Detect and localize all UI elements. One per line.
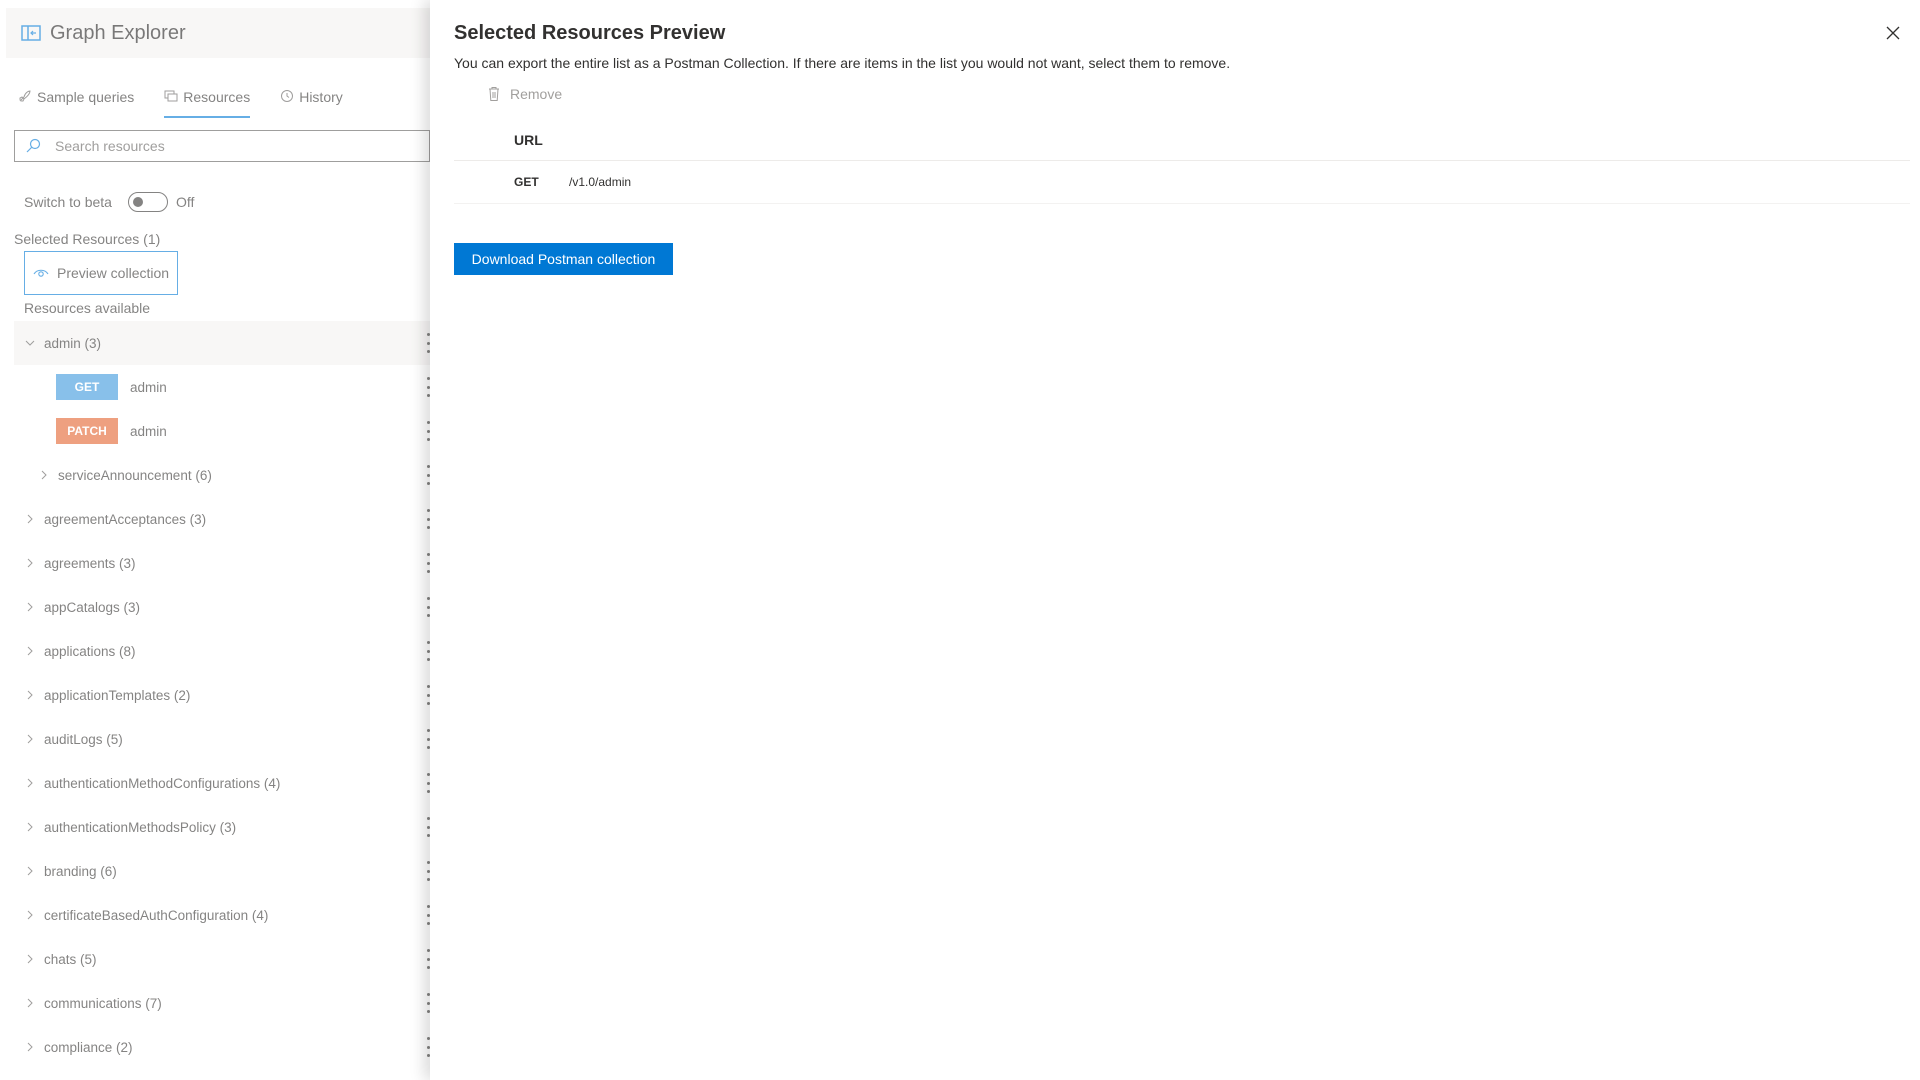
tab-label: Resources — [183, 89, 251, 105]
chevron-right-icon — [22, 907, 38, 923]
column-header-url: URL — [454, 119, 1910, 161]
trash-icon — [489, 87, 499, 101]
tree-node-label: applicationTemplates (2) — [44, 687, 191, 703]
selected-resources-list: URL GET /v1.0/admin — [454, 119, 1910, 204]
search-icon — [25, 138, 41, 154]
chevron-right-icon — [36, 467, 52, 483]
chevron-right-icon — [22, 863, 38, 879]
tree-leaf-patch-admin[interactable]: PATCH admin — [14, 409, 430, 453]
tree-leaf-label: admin — [130, 423, 167, 439]
collapse-sidebar-icon[interactable] — [20, 22, 42, 44]
panel-description: You can export the entire list as a Post… — [454, 55, 1231, 71]
chevron-right-icon — [22, 731, 38, 747]
tree-leaf-label: admin — [130, 379, 167, 395]
chevron-right-icon — [22, 687, 38, 703]
beta-state: Off — [175, 194, 195, 210]
tree-node[interactable]: branding (6) — [14, 849, 430, 893]
tree-node-admin[interactable]: admin (3) — [14, 321, 430, 365]
tree-node-service-announcement[interactable]: serviceAnnouncement (6) — [14, 453, 430, 497]
tree-node[interactable]: authenticationMethodConfigurations (4) — [14, 761, 430, 805]
tree-node-label: authenticationMethodConfigurations (4) — [44, 775, 281, 791]
close-icon[interactable] — [1884, 24, 1902, 42]
search-box[interactable] — [14, 130, 430, 162]
tree-node[interactable]: chats (5) — [14, 937, 430, 981]
tree-node-label: agreementAcceptances (3) — [44, 511, 207, 527]
tree-node-label: chats (5) — [44, 951, 97, 967]
tab-history[interactable]: History — [280, 78, 343, 116]
sidebar-tabs: Sample queries Resources History — [18, 78, 343, 118]
tree-node[interactable]: agreementAcceptances (3) — [14, 497, 430, 541]
tree-node-label: communications (7) — [44, 995, 162, 1011]
toggle-knob — [132, 197, 143, 207]
row-method: GET — [514, 175, 539, 189]
chevron-right-icon — [22, 819, 38, 835]
chevron-right-icon — [22, 775, 38, 791]
tree-node-label: agreements (3) — [44, 555, 136, 571]
resources-available-label: Resources available — [24, 300, 151, 316]
eye-icon — [33, 269, 49, 277]
preview-collection-button[interactable]: Preview collection — [24, 251, 178, 295]
selected-resources-preview-panel: Selected Resources Preview You can expor… — [430, 0, 1920, 1080]
row-url: /v1.0/admin — [569, 175, 632, 189]
tree-leaf-get-admin[interactable]: GET admin — [14, 365, 430, 409]
tree-node[interactable]: applications (8) — [14, 629, 430, 673]
tab-label: History — [299, 89, 343, 105]
tab-sample-queries[interactable]: Sample queries — [18, 78, 134, 116]
tree-node-label: branding (6) — [44, 863, 117, 879]
beta-toggle[interactable] — [127, 192, 168, 212]
chevron-right-icon — [22, 555, 38, 571]
tree-node[interactable]: agreements (3) — [14, 541, 430, 585]
list-item[interactable]: GET /v1.0/admin — [454, 161, 1910, 204]
tree-node-label: serviceAnnouncement (6) — [58, 467, 212, 483]
chevron-right-icon — [22, 995, 38, 1011]
resources-pane: Graph Explorer Sample queries Resources … — [0, 0, 430, 1080]
beta-switch: Switch to beta Off — [24, 192, 194, 212]
tab-label: Sample queries — [37, 89, 135, 105]
remove-button[interactable]: Remove — [486, 86, 562, 102]
panel-title: Selected Resources Preview — [454, 22, 726, 44]
tree-node-label: authenticationMethodsPolicy (3) — [44, 819, 237, 835]
chevron-right-icon — [22, 951, 38, 967]
resource-tree: admin (3) GET admin PATCH admin serviceA… — [14, 321, 430, 1069]
tree-node[interactable]: certificateBasedAuthConfiguration (4) — [14, 893, 430, 937]
tree-node[interactable]: authenticationMethodsPolicy (3) — [14, 805, 430, 849]
tree-node[interactable]: communications (7) — [14, 981, 430, 1025]
selected-resources-label: Selected Resources (1) — [14, 231, 161, 247]
chevron-down-icon — [22, 335, 38, 351]
chevron-right-icon — [22, 643, 38, 659]
download-postman-collection-button[interactable]: Download Postman collection — [454, 243, 673, 275]
tree-node[interactable]: applicationTemplates (2) — [14, 673, 430, 717]
method-badge-get: GET — [56, 374, 118, 400]
chevron-right-icon — [22, 1039, 38, 1055]
rocket-icon — [18, 89, 32, 106]
chevron-right-icon — [22, 599, 38, 615]
tree-node-label: compliance (2) — [44, 1039, 133, 1055]
tree-node[interactable]: compliance (2) — [14, 1025, 430, 1069]
tree-node[interactable]: auditLogs (5) — [14, 717, 430, 761]
preview-collection-label: Preview collection — [57, 265, 170, 281]
beta-label: Switch to beta — [24, 194, 112, 210]
tree-node-label: applications (8) — [44, 643, 136, 659]
tree-node[interactable]: appCatalogs (3) — [14, 585, 430, 629]
tree-node-label: appCatalogs (3) — [44, 599, 141, 615]
remove-label: Remove — [510, 86, 563, 102]
history-icon — [280, 89, 294, 106]
tree-node-label: auditLogs (5) — [44, 731, 123, 747]
tree-node-label: certificateBasedAuthConfiguration (4) — [44, 907, 269, 923]
app-title: Graph Explorer — [50, 21, 186, 44]
search-input[interactable] — [55, 138, 395, 154]
resources-icon — [164, 89, 178, 106]
app-header: Graph Explorer — [6, 8, 430, 58]
chevron-right-icon — [22, 511, 38, 527]
method-badge-patch: PATCH — [56, 418, 118, 444]
tree-node-label: admin (3) — [44, 335, 102, 351]
tab-resources[interactable]: Resources — [164, 78, 251, 118]
